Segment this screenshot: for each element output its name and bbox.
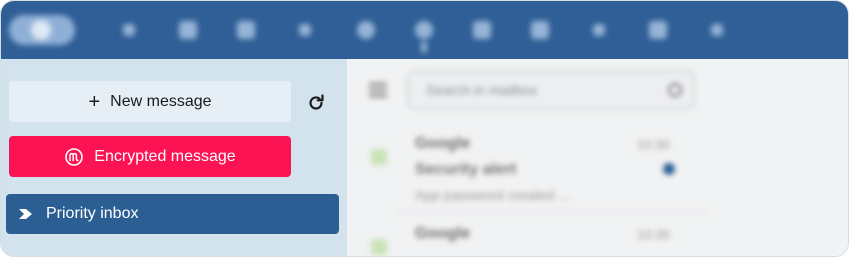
new-message-label: New message bbox=[110, 92, 212, 110]
pin-icon[interactable] bbox=[299, 24, 311, 36]
search-icon[interactable] bbox=[668, 83, 682, 97]
message-sender: Google bbox=[415, 135, 471, 152]
edit-icon[interactable] bbox=[593, 24, 605, 36]
tips-icon[interactable] bbox=[415, 21, 433, 53]
checkbox[interactable] bbox=[371, 239, 387, 255]
new-message-button[interactable]: + New message bbox=[9, 81, 291, 122]
encrypted-message-button[interactable]: Encrypted message bbox=[9, 136, 291, 177]
message-sender: Google bbox=[415, 225, 471, 242]
message-preview: App password created ... bbox=[415, 187, 570, 203]
search-placeholder: Search in mailbox bbox=[426, 82, 538, 98]
clock-icon[interactable] bbox=[357, 21, 375, 39]
checkbox[interactable] bbox=[371, 149, 387, 165]
menu-icon[interactable] bbox=[369, 83, 387, 101]
message-time: 10:30 bbox=[637, 227, 670, 242]
mail-icon[interactable] bbox=[123, 24, 135, 36]
cloud-icon[interactable] bbox=[649, 21, 667, 39]
divider bbox=[397, 211, 707, 212]
contacts-icon[interactable] bbox=[237, 21, 255, 39]
message-subject: Security alert bbox=[415, 161, 517, 178]
check-icon[interactable] bbox=[711, 24, 723, 36]
message-list-panel: Search in mailbox Google Security alert … bbox=[347, 59, 848, 256]
encryption-m-icon bbox=[64, 147, 84, 167]
top-nav-bar bbox=[1, 1, 848, 59]
search-input[interactable]: Search in mailbox bbox=[407, 71, 695, 109]
unread-dot-icon bbox=[663, 163, 675, 175]
app-logo bbox=[9, 15, 75, 45]
chevron-right-icon bbox=[18, 208, 34, 220]
app-window: + New message Encrypted message Priority… bbox=[0, 0, 849, 257]
notifications-icon[interactable] bbox=[473, 21, 491, 39]
refresh-icon[interactable] bbox=[305, 92, 327, 114]
message-time: 10:30 bbox=[637, 137, 670, 152]
priority-inbox-label: Priority inbox bbox=[46, 205, 139, 222]
plus-icon: + bbox=[88, 90, 101, 113]
encrypted-message-label: Encrypted message bbox=[94, 147, 236, 165]
sidebar-item-priority-inbox[interactable]: Priority inbox bbox=[6, 194, 339, 234]
calendar-icon[interactable] bbox=[531, 21, 549, 39]
sidebar: + New message Encrypted message Priority… bbox=[1, 59, 347, 256]
video-icon[interactable] bbox=[179, 21, 197, 39]
